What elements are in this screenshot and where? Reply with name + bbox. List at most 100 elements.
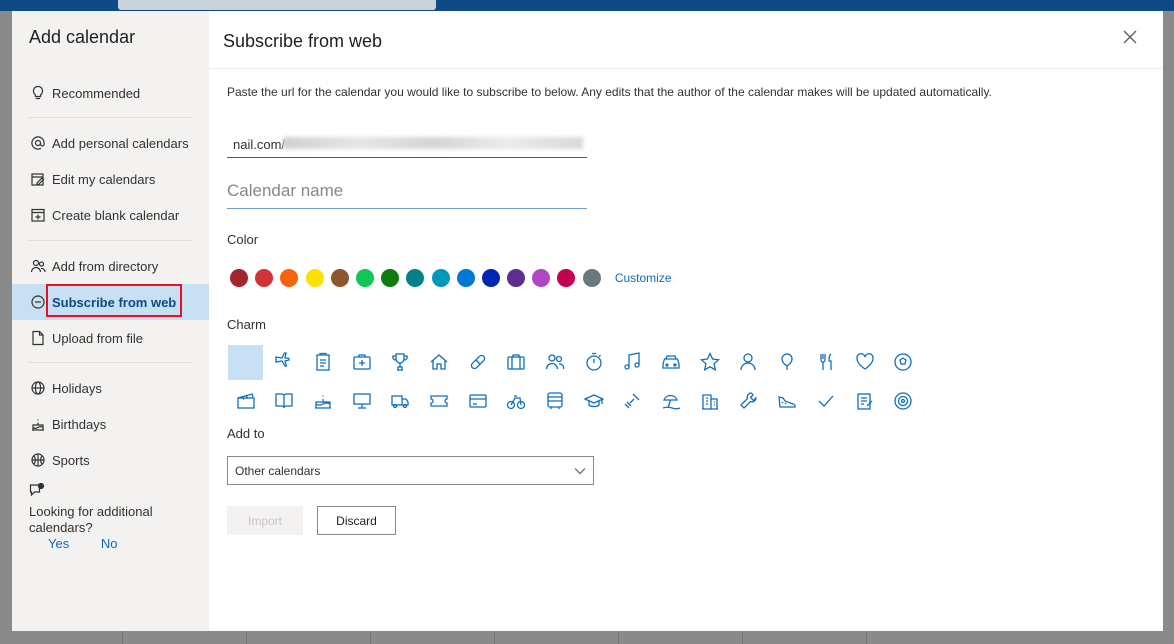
charm-option[interactable] (886, 384, 921, 419)
charm-option[interactable] (847, 384, 882, 419)
charm-option[interactable] (847, 345, 882, 380)
charm-option[interactable] (654, 384, 689, 419)
url-value: nail.com/ (233, 137, 286, 152)
charm-option[interactable] (576, 345, 611, 380)
sidebar-item-add-from-directory[interactable]: Add from directory (12, 248, 209, 284)
color-swatch[interactable] (280, 269, 299, 287)
add-to-dropdown[interactable]: Other calendars (227, 456, 594, 485)
help-links: Yes No (48, 536, 145, 551)
charm-option[interactable] (886, 345, 921, 380)
charm-option[interactable] (421, 384, 456, 419)
charm-option[interactable] (770, 345, 805, 380)
charm-option[interactable] (692, 345, 727, 380)
charm-option[interactable] (615, 384, 650, 419)
grid-line (866, 631, 867, 644)
basketball-icon (28, 452, 48, 468)
color-swatch[interactable] (355, 269, 374, 287)
color-swatch[interactable] (507, 269, 526, 287)
charm-option[interactable] (305, 345, 340, 380)
color-swatch[interactable] (255, 269, 274, 287)
charm-option[interactable] (383, 384, 418, 419)
grid-line (494, 631, 495, 644)
app-calendar-grid (0, 631, 1174, 644)
customize-color-link[interactable]: Customize (615, 271, 672, 285)
color-swatch[interactable] (456, 269, 475, 287)
charm-option[interactable] (305, 384, 340, 419)
charm-label: Charm (227, 317, 267, 332)
add-to-value: Other calendars (235, 463, 321, 478)
color-swatch[interactable] (532, 269, 551, 287)
charm-option[interactable] (538, 345, 573, 380)
yes-link[interactable]: Yes (48, 536, 69, 551)
charm-option[interactable] (499, 384, 534, 419)
calendar-name-input[interactable] (227, 177, 587, 205)
charm-option[interactable] (615, 345, 650, 380)
add-to-label: Add to (227, 426, 265, 441)
at-sign-icon (28, 135, 48, 151)
checkmark-icon (818, 395, 834, 407)
panel-title: Subscribe from web (223, 31, 383, 51)
bicycle-icon (507, 395, 526, 410)
lightbulb-icon (28, 85, 48, 101)
charm-option[interactable] (267, 345, 302, 380)
charm-option[interactable] (731, 345, 766, 380)
grid-line (370, 631, 371, 644)
sidebar-item-add-personal[interactable]: Add personal calendars (12, 125, 209, 161)
graduation-cap-icon (583, 394, 604, 408)
color-swatch[interactable] (582, 269, 601, 287)
chevron-down-icon (574, 464, 586, 478)
color-swatch[interactable] (481, 269, 500, 287)
color-swatch[interactable] (557, 269, 576, 287)
color-swatch[interactable] (406, 269, 425, 287)
charm-option[interactable] (460, 384, 495, 419)
charm-option[interactable] (808, 345, 843, 380)
trophy-icon (392, 353, 409, 371)
charm-option[interactable] (770, 384, 805, 419)
charm-none[interactable] (228, 344, 263, 380)
sidebar-item-recommended[interactable]: Recommended (12, 75, 209, 111)
discard-button[interactable]: Discard (317, 506, 396, 535)
charm-option[interactable] (576, 384, 611, 419)
sidebar-item-label: Create blank calendar (52, 207, 180, 223)
sidebar-item-sports[interactable]: Sports (12, 442, 209, 478)
color-swatch[interactable] (381, 269, 400, 287)
document-icon (28, 330, 48, 346)
no-link[interactable]: No (101, 536, 118, 551)
color-swatch[interactable] (305, 269, 324, 287)
color-swatch[interactable] (330, 269, 349, 287)
notepad-icon (856, 393, 872, 410)
color-swatch[interactable] (431, 269, 450, 287)
feedback-icon (29, 482, 179, 502)
charm-option[interactable] (499, 345, 534, 380)
sidebar-item-edit-my-calendars[interactable]: Edit my calendars (12, 161, 209, 197)
fork-knife-icon (820, 353, 832, 370)
charm-option[interactable] (731, 384, 766, 419)
charm-option[interactable] (383, 345, 418, 380)
charm-option[interactable] (654, 345, 689, 380)
briefcase-icon (507, 354, 525, 370)
calendar-url-input[interactable]: nail.com/ (227, 133, 587, 158)
divider (28, 240, 193, 241)
charm-row (228, 343, 924, 381)
color-swatch[interactable] (230, 269, 248, 287)
charm-option[interactable] (267, 384, 302, 419)
import-button[interactable]: Import (227, 506, 303, 535)
charm-option[interactable] (228, 384, 263, 419)
sidebar-item-label: Add from directory (52, 258, 159, 274)
close-button[interactable] (1123, 30, 1143, 50)
calendar-name-field (227, 177, 587, 209)
color-label: Color (227, 232, 259, 247)
app-left-pane (0, 11, 12, 644)
charm-option[interactable] (692, 384, 727, 419)
charm-option[interactable] (421, 345, 456, 380)
charm-option[interactable] (344, 384, 379, 419)
charm-option[interactable] (460, 345, 495, 380)
color-picker: Customize (230, 269, 672, 287)
sidebar-item-create-blank[interactable]: Create blank calendar (12, 197, 209, 233)
sidebar-item-upload-from-file[interactable]: Upload from file (12, 320, 209, 356)
charm-option[interactable] (808, 384, 843, 419)
sidebar-item-birthdays[interactable]: Birthdays (12, 406, 209, 442)
charm-option[interactable] (344, 345, 379, 380)
charm-option[interactable] (538, 384, 573, 419)
sidebar-item-holidays[interactable]: Holidays (12, 370, 209, 406)
